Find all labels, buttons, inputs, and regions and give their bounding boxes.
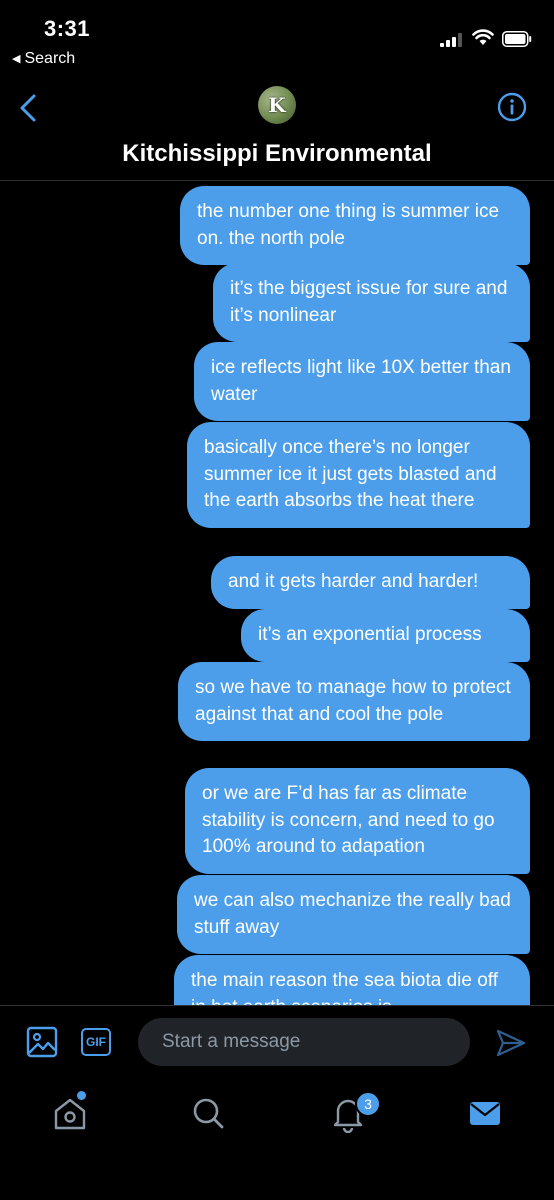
- back-app-label: Search: [24, 50, 76, 67]
- info-icon[interactable]: [497, 92, 527, 122]
- message-bubble[interactable]: the main reason the sea biota die off in…: [174, 955, 530, 1005]
- avatar-letter: K: [268, 93, 286, 117]
- message-bubble[interactable]: or we are F’d has far as climate stabili…: [185, 768, 530, 874]
- wifi-icon: [472, 29, 494, 45]
- message-bubble[interactable]: and it gets harder and harder!: [211, 556, 530, 609]
- cellular-signal-icon: [440, 33, 462, 47]
- avatar[interactable]: K: [258, 86, 296, 124]
- back-triangle-icon: ◀: [12, 53, 21, 65]
- message-bubble[interactable]: basically once there’s no longer summer …: [187, 422, 530, 528]
- gif-icon[interactable]: GIF: [81, 1028, 111, 1056]
- search-icon[interactable]: [188, 1093, 228, 1133]
- message-bubble[interactable]: ice reflects light like 10X better than …: [194, 342, 530, 421]
- image-icon[interactable]: [26, 1026, 58, 1058]
- notifications-badge: 3: [355, 1091, 381, 1117]
- message-bubble[interactable]: the number one thing is summer ice on. t…: [180, 186, 530, 265]
- back-to-app-link[interactable]: ◀ Search: [12, 50, 75, 68]
- tab-bar: 3: [0, 1077, 554, 1200]
- status-bar: 3:31 ◀ Search: [0, 0, 554, 72]
- home-unread-dot: [77, 1091, 86, 1100]
- message-bubble[interactable]: we can also mechanize the really bad stu…: [177, 875, 530, 954]
- message-input[interactable]: [138, 1018, 470, 1066]
- message-bubble[interactable]: so we have to manage how to protect agai…: [178, 662, 530, 741]
- conversation-header: K Kitchissippi Environmental: [0, 72, 554, 181]
- battery-icon: [502, 31, 532, 47]
- status-time: 3:31: [44, 16, 91, 41]
- message-list[interactable]: the number one thing is summer ice on. t…: [0, 181, 554, 1005]
- message-bubble[interactable]: it’s an exponential process: [241, 609, 530, 662]
- chevron-left-icon[interactable]: [16, 92, 40, 124]
- message-bubble[interactable]: it’s the biggest issue for sure and it’s…: [213, 263, 530, 342]
- send-icon[interactable]: [495, 1028, 527, 1058]
- mail-icon[interactable]: [465, 1093, 505, 1133]
- conversation-title: Kitchissippi Environmental: [122, 140, 432, 167]
- message-composer: GIF: [0, 1005, 554, 1078]
